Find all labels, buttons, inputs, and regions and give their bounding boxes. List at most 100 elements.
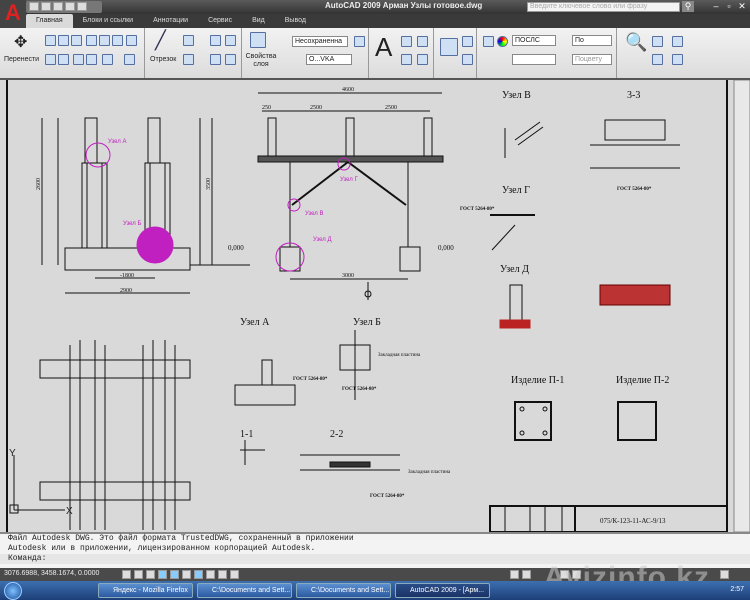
cut-icon[interactable] bbox=[672, 54, 683, 65]
minimize-button[interactable]: – bbox=[710, 1, 722, 12]
quick-select-icon[interactable] bbox=[672, 36, 683, 47]
level-mark: 0,000 bbox=[228, 244, 244, 252]
linear-dim-icon[interactable] bbox=[417, 36, 428, 47]
tab-home[interactable]: Главная bbox=[26, 14, 73, 28]
zoom-icon[interactable]: 🔍 bbox=[625, 32, 647, 53]
tab-output[interactable]: Вывод bbox=[275, 14, 316, 28]
tab-tools[interactable]: Сервис bbox=[198, 14, 242, 28]
linetype-select[interactable] bbox=[512, 54, 556, 65]
layer-select[interactable]: О...VKA bbox=[306, 54, 352, 65]
new-icon[interactable] bbox=[29, 2, 39, 11]
line-button[interactable]: Отрезок bbox=[150, 56, 176, 63]
polar-toggle[interactable] bbox=[158, 570, 167, 579]
search-icon[interactable]: ⚲ bbox=[682, 1, 694, 12]
lineweight-select[interactable]: По bbox=[572, 35, 612, 46]
undo-icon[interactable] bbox=[77, 2, 87, 11]
rectangle-icon[interactable] bbox=[225, 35, 236, 46]
dim-3000: 3000 bbox=[342, 273, 354, 279]
circle-icon[interactable] bbox=[183, 54, 194, 65]
block-panel bbox=[434, 28, 477, 78]
insert-block-icon[interactable] bbox=[440, 38, 458, 56]
line-icon[interactable]: ╱ bbox=[155, 30, 166, 51]
ribbon: ✥ Перенести ╱ Отрезок Свойства слоя Несо… bbox=[0, 28, 750, 80]
copy-icon[interactable] bbox=[45, 35, 56, 46]
layer-state-select[interactable]: Несохраненна bbox=[292, 36, 348, 47]
grid-toggle[interactable] bbox=[134, 570, 143, 579]
match-properties-icon[interactable] bbox=[483, 36, 494, 47]
table-icon[interactable] bbox=[401, 54, 412, 65]
move-button[interactable]: Перенести bbox=[4, 56, 39, 63]
dyn-toggle[interactable] bbox=[206, 570, 215, 579]
search-input[interactable]: Введите ключевое слово или фразу bbox=[527, 2, 680, 12]
application-menu-button[interactable]: A bbox=[0, 0, 26, 28]
open-icon[interactable] bbox=[41, 2, 51, 11]
vertical-scrollbar[interactable] bbox=[733, 80, 750, 532]
leader-icon[interactable] bbox=[417, 54, 428, 65]
dim-4600: 4600 bbox=[342, 87, 354, 93]
ortho-toggle[interactable] bbox=[146, 570, 155, 579]
draw-panel: ╱ Отрезок bbox=[145, 28, 242, 78]
model-button[interactable] bbox=[510, 570, 519, 579]
ducs-toggle[interactable] bbox=[194, 570, 203, 579]
explode-icon[interactable] bbox=[126, 35, 137, 46]
color-select[interactable]: ПОСЛС bbox=[512, 35, 556, 46]
trim-icon[interactable] bbox=[71, 35, 82, 46]
plotstyle-select[interactable]: Поцвету bbox=[572, 54, 612, 65]
quick-access-toolbar[interactable] bbox=[26, 1, 102, 13]
taskbar-item-firefox[interactable]: Яндекс - Mozilla Firefox bbox=[98, 583, 193, 598]
ellipse-icon[interactable] bbox=[210, 54, 221, 65]
otrack-toggle[interactable] bbox=[182, 570, 191, 579]
move-icon[interactable]: ✥ bbox=[14, 32, 27, 52]
maximize-button[interactable]: ▫ bbox=[723, 1, 735, 12]
gost-note: ГОСТ 5264-80* bbox=[370, 494, 405, 499]
break-icon[interactable] bbox=[86, 54, 97, 65]
level-mark: 0,000 bbox=[438, 244, 454, 252]
layout-button[interactable] bbox=[522, 570, 531, 579]
start-button[interactable] bbox=[4, 582, 22, 600]
rotate-icon[interactable] bbox=[58, 35, 69, 46]
layer-tool-icon[interactable] bbox=[354, 36, 365, 47]
paste-icon[interactable] bbox=[652, 36, 663, 47]
chamfer-icon[interactable] bbox=[102, 54, 113, 65]
array-icon[interactable] bbox=[112, 35, 123, 46]
utilities-panel: 🔍 bbox=[617, 28, 697, 78]
taskbar-item-autocad[interactable]: AutoCAD 2009 - [Арм... bbox=[395, 583, 490, 598]
save-icon[interactable] bbox=[53, 2, 63, 11]
osnap-toggle[interactable] bbox=[170, 570, 179, 579]
tab-blocks[interactable]: Блоки и ссылки bbox=[73, 14, 143, 28]
hatch-icon[interactable] bbox=[225, 54, 236, 65]
scale-icon[interactable] bbox=[58, 54, 69, 65]
close-button[interactable]: ✕ bbox=[736, 1, 748, 12]
drawing-canvas[interactable]: 4600 2500 2500 250 -1800 2900 3000 0,000… bbox=[0, 80, 750, 532]
create-block-icon[interactable] bbox=[462, 36, 473, 47]
extend-icon[interactable] bbox=[73, 54, 84, 65]
clean-screen-button[interactable] bbox=[720, 570, 729, 579]
node-v-callout: Узел В bbox=[305, 211, 323, 217]
lineweight-toggle[interactable] bbox=[218, 570, 227, 579]
polyline-icon[interactable] bbox=[210, 35, 221, 46]
color-wheel-icon[interactable] bbox=[497, 36, 508, 47]
layer-properties-icon[interactable] bbox=[250, 32, 266, 48]
stretch-icon[interactable] bbox=[124, 54, 135, 65]
text-icon[interactable]: A bbox=[375, 32, 392, 63]
plate-note: Закладная пластина bbox=[408, 470, 451, 475]
copy-clip-icon[interactable] bbox=[652, 54, 663, 65]
print-icon[interactable] bbox=[65, 2, 75, 11]
edit-block-icon[interactable] bbox=[462, 54, 473, 65]
erase-icon[interactable] bbox=[45, 54, 56, 65]
fillet-icon[interactable] bbox=[99, 35, 110, 46]
title-uzel-b: Узел Б bbox=[353, 317, 381, 328]
snap-toggle[interactable] bbox=[122, 570, 131, 579]
taskbar-item-explorer[interactable]: C:\Documents and Sett... bbox=[197, 583, 292, 598]
layer-properties-button[interactable]: Свойства слоя bbox=[244, 53, 278, 69]
tab-annotations[interactable]: Аннотации bbox=[143, 14, 198, 28]
qp-toggle[interactable] bbox=[230, 570, 239, 579]
arc-icon[interactable] bbox=[183, 35, 194, 46]
dimension-icon[interactable] bbox=[401, 36, 412, 47]
mirror-icon[interactable] bbox=[86, 35, 97, 46]
title-section-1-1: 1-1 bbox=[240, 429, 253, 440]
taskbar-item-explorer[interactable]: C:\Documents and Sett... bbox=[296, 583, 391, 598]
tab-view[interactable]: Вид bbox=[242, 14, 275, 28]
title-product-p1: Изделие П-1 bbox=[511, 375, 564, 386]
title-section-2-2: 2-2 bbox=[330, 429, 343, 440]
